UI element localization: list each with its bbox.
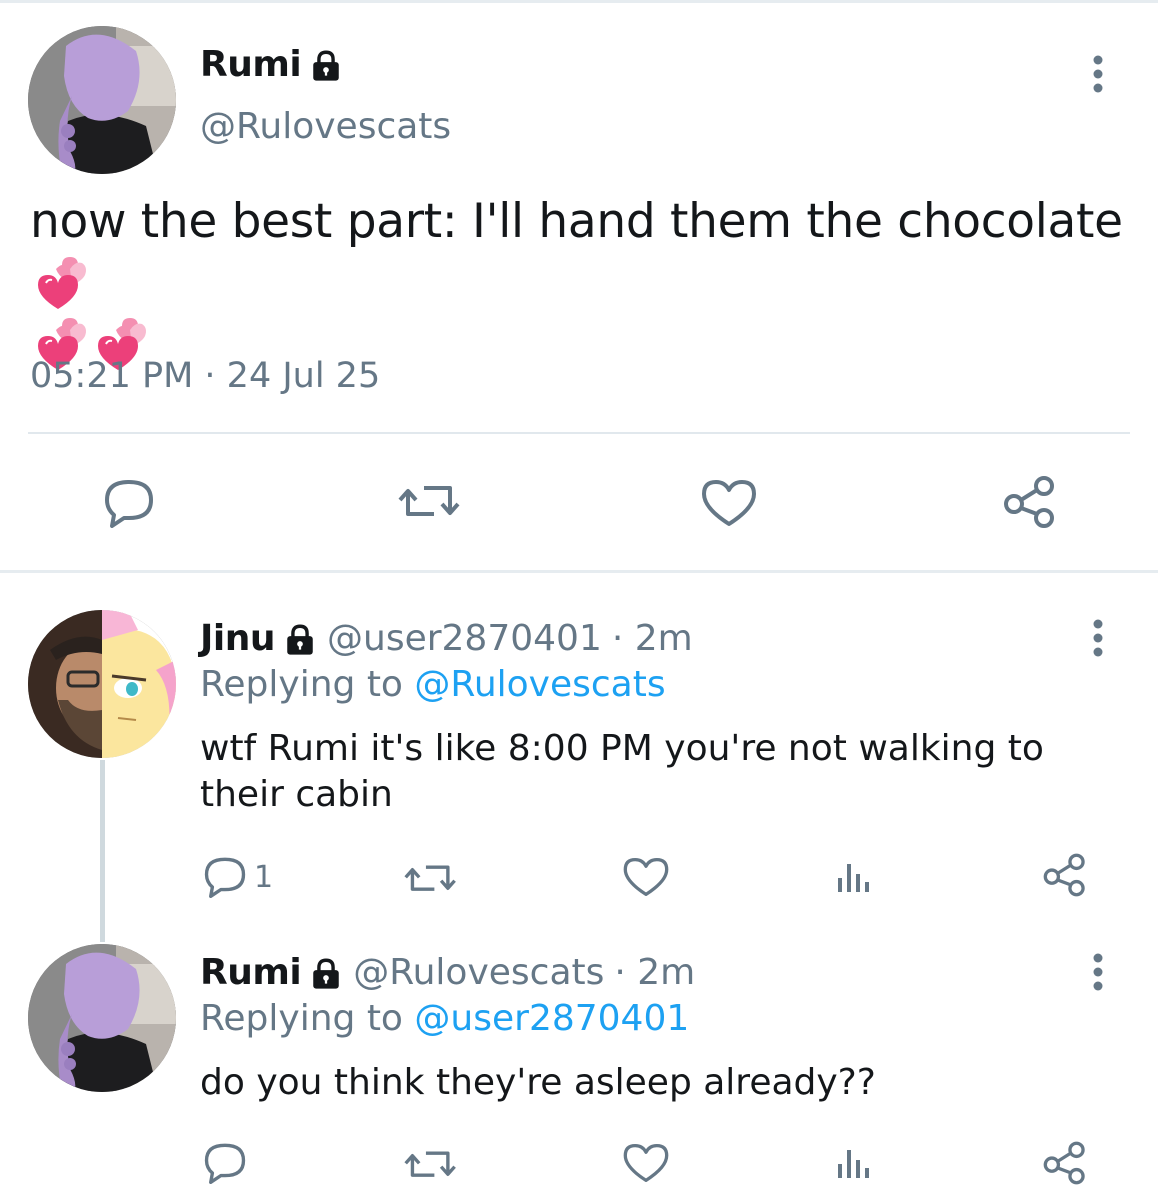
- replying-to-link[interactable]: @Rulovescats: [414, 664, 665, 705]
- analytics-button[interactable]: [834, 856, 874, 896]
- like-icon: [622, 1142, 670, 1184]
- replying-to-label: Replying to: [200, 664, 403, 705]
- reply-count: 1: [254, 859, 274, 895]
- section-divider: [0, 570, 1158, 573]
- share-button[interactable]: [1042, 852, 1088, 898]
- handle[interactable]: @user2870401: [327, 618, 602, 659]
- retweet-icon: [398, 480, 462, 524]
- reply-icon: [202, 1142, 248, 1184]
- like-icon: [700, 478, 758, 528]
- share-button[interactable]: [1042, 1140, 1088, 1186]
- like-button[interactable]: [622, 856, 670, 898]
- more-options-icon[interactable]: [1088, 54, 1108, 94]
- reply-icon: [202, 856, 248, 898]
- retweet-icon: [404, 1146, 458, 1184]
- analytics-icon: [834, 1142, 874, 1182]
- avatar[interactable]: [28, 944, 176, 1092]
- share-icon: [1002, 474, 1058, 530]
- share-icon: [1042, 852, 1088, 898]
- share-icon: [1042, 1140, 1088, 1186]
- like-button[interactable]: [622, 1142, 670, 1184]
- tweet-text: now the best part: I'll hand them the ch…: [30, 192, 1140, 374]
- retweet-button[interactable]: [398, 480, 462, 524]
- retweet-icon: [404, 860, 458, 898]
- replying-to: Replying to @user2870401: [200, 998, 689, 1039]
- reply-author-row: Rumi @Rulovescats · 2m: [200, 952, 695, 993]
- reply-icon: [102, 478, 156, 528]
- handle[interactable]: @Rulovescats: [353, 952, 604, 993]
- lock-icon: [309, 956, 343, 990]
- replying-to-link[interactable]: @user2870401: [414, 998, 689, 1039]
- reply-time: · 2m: [611, 618, 693, 659]
- reply-text: do you think they're asleep already??: [200, 1062, 876, 1103]
- display-name[interactable]: Rumi: [200, 44, 302, 85]
- display-name[interactable]: Jinu: [200, 618, 276, 659]
- share-button[interactable]: [1002, 474, 1058, 530]
- analytics-icon: [834, 856, 874, 896]
- avatar[interactable]: [28, 610, 176, 758]
- reply-button[interactable]: [202, 1142, 248, 1184]
- retweet-button[interactable]: [404, 860, 458, 898]
- like-button[interactable]: [700, 478, 758, 528]
- handle[interactable]: @Rulovescats: [200, 106, 451, 147]
- reply-button[interactable]: 1: [202, 856, 273, 898]
- tweet-text-body: now the best part: I'll hand them the ch…: [30, 194, 1123, 249]
- reply-time: · 2m: [614, 952, 696, 993]
- thread-line: [100, 760, 105, 942]
- divider: [28, 432, 1130, 434]
- more-options-icon[interactable]: [1088, 618, 1108, 658]
- tweet-timestamp[interactable]: 05:21 PM · 24 Jul 25: [30, 356, 380, 396]
- like-icon: [622, 856, 670, 898]
- replying-to-label: Replying to: [200, 998, 403, 1039]
- more-options-icon[interactable]: [1088, 952, 1108, 992]
- reply-button[interactable]: [102, 478, 156, 528]
- replying-to: Replying to @Rulovescats: [200, 664, 666, 705]
- retweet-button[interactable]: [404, 1146, 458, 1184]
- lock-icon: [309, 48, 343, 82]
- lock-icon: [283, 622, 317, 656]
- main-tweet: Rumi @Rulovescats now the best part: I'l…: [0, 0, 1158, 572]
- analytics-button[interactable]: [834, 1142, 874, 1182]
- reply-text: wtf Rumi it's like 8:00 PM you're not wa…: [200, 728, 1044, 815]
- author-name-row: Rumi: [200, 44, 343, 85]
- two-hearts-icon: [30, 255, 90, 313]
- reply-author-row: Jinu @user2870401 · 2m: [200, 618, 693, 659]
- avatar[interactable]: [28, 26, 176, 174]
- display-name[interactable]: Rumi: [200, 952, 302, 993]
